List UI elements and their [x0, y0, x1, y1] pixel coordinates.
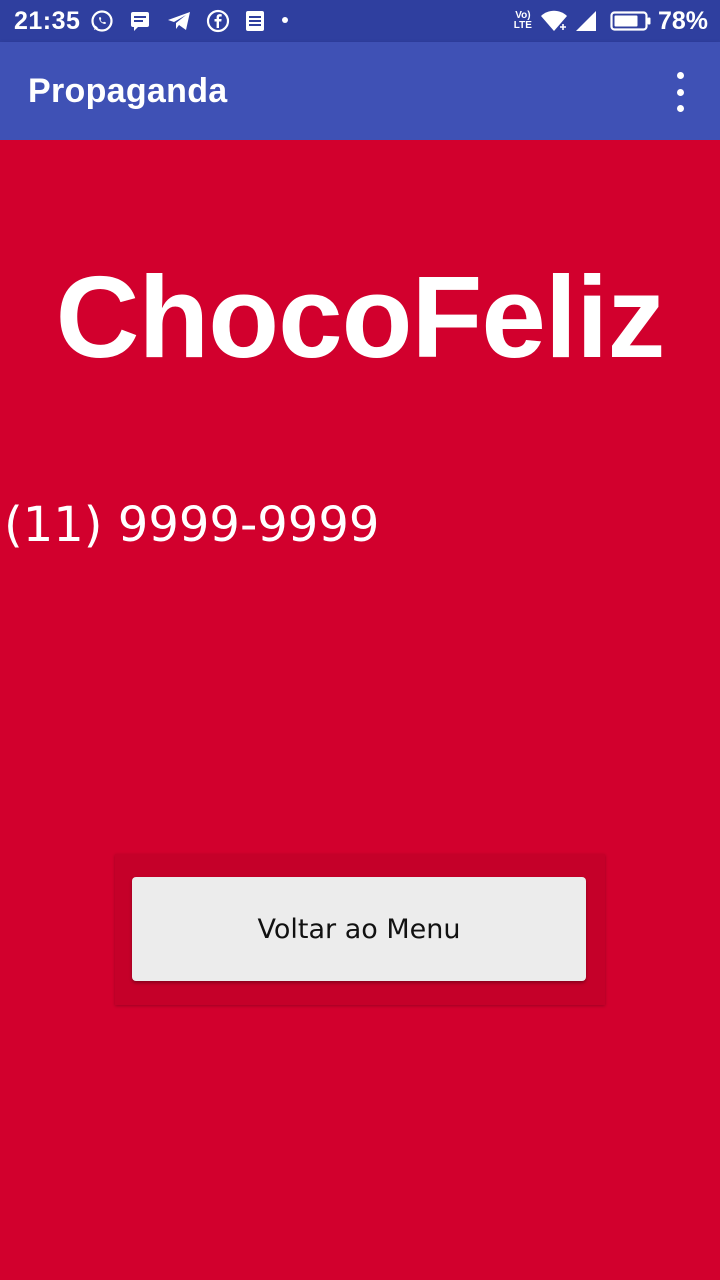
back-to-menu-label: Voltar ao Menu — [257, 913, 461, 945]
app-bar: Propaganda — [0, 42, 720, 140]
wifi-icon — [540, 9, 568, 33]
back-to-menu-button[interactable]: Voltar ao Menu — [132, 877, 586, 981]
message-icon — [128, 9, 152, 33]
whatsapp-icon — [90, 9, 114, 33]
app-title: Propaganda — [28, 72, 228, 110]
phone-number: (11) 9999-9999 — [4, 497, 380, 553]
battery-icon — [610, 10, 652, 32]
telegram-icon — [166, 9, 192, 33]
facebook-icon — [206, 9, 230, 33]
volte-icon: Vo) LTE — [514, 11, 532, 31]
volte-bottom-label: LTE — [513, 20, 532, 31]
signal-icon — [574, 9, 598, 33]
button-container: Voltar ao Menu — [115, 854, 605, 1005]
brand-title: ChocoFeliz — [55, 252, 666, 382]
more-vert-icon[interactable] — [662, 72, 698, 112]
status-time: 21:35 — [14, 7, 81, 35]
battery-percent: 78% — [657, 6, 708, 35]
dot-icon — [280, 9, 290, 33]
notification-icons — [90, 9, 304, 33]
system-icons: Vo) LTE 78% — [514, 6, 708, 36]
status-bar: 21:35 Vo) LTE 78% — [0, 0, 720, 42]
note-icon — [244, 9, 266, 33]
ad-content: ChocoFeliz (11) 9999-9999 Voltar ao Menu — [0, 140, 720, 1280]
